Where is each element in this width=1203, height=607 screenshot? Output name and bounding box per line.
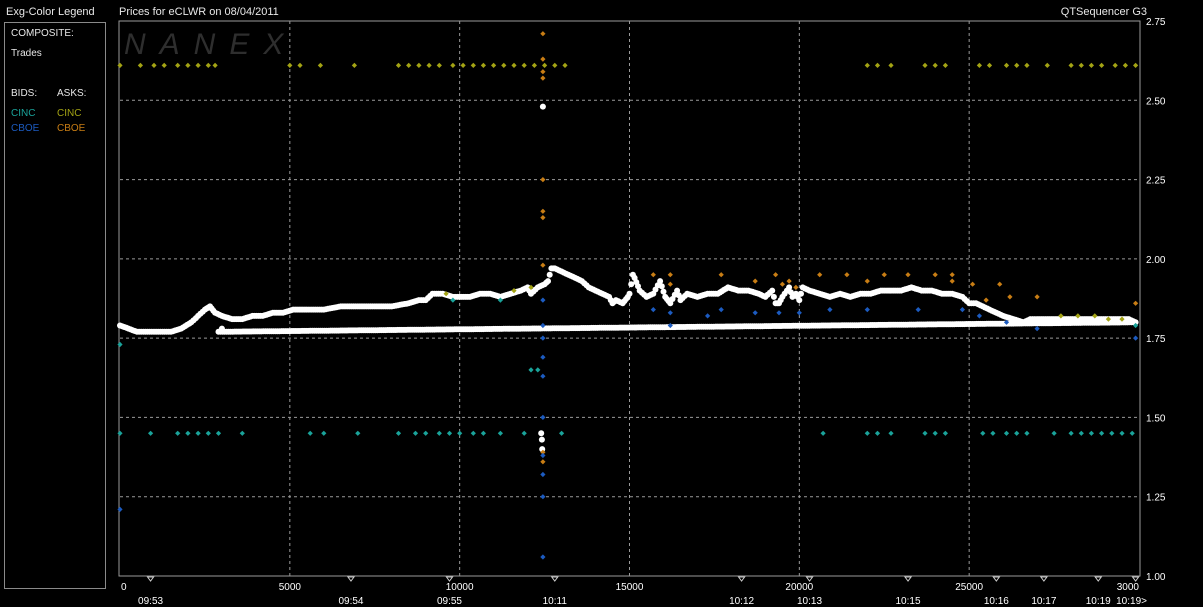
time-label: 10:15 [896, 596, 921, 607]
time-marker [1039, 576, 1048, 582]
y-tick-label: 1.00 [1146, 572, 1166, 583]
x-tick-label: 15000 [616, 582, 644, 593]
y-tick-label: 1.50 [1146, 413, 1166, 424]
time-label: 09:53 [138, 596, 163, 607]
trade-point [660, 288, 667, 295]
time-marker [904, 576, 913, 582]
time-label: 09:55 [437, 596, 462, 607]
trade-point [546, 271, 553, 278]
trade-point [770, 293, 777, 300]
time-label: 10:12 [729, 596, 754, 607]
x-tick-label: 25000 [955, 582, 983, 593]
trade-point [626, 290, 633, 297]
time-marker [737, 576, 746, 582]
trade-point [539, 103, 546, 110]
time-marker [550, 576, 559, 582]
x-tick-label: 0 [121, 582, 127, 593]
y-tick-label: 2.25 [1146, 176, 1166, 187]
trade-point [538, 430, 545, 437]
time-marker [445, 576, 454, 582]
trade-point [545, 278, 551, 285]
trade-point [218, 325, 225, 332]
time-label: 10:11 [543, 596, 568, 607]
time-label: 10:19> [1116, 596, 1147, 607]
y-tick-label: 1.25 [1146, 493, 1166, 504]
trade-point [796, 297, 803, 304]
watermark: NANEX [124, 28, 297, 61]
time-label: 09:54 [338, 596, 363, 607]
trade-point [657, 278, 664, 285]
y-tick-label: 2.50 [1146, 96, 1166, 107]
time-label: 10:17 [1031, 596, 1056, 607]
time-marker [805, 576, 814, 582]
x-tick-label: 20000 [785, 582, 813, 593]
trade-point [658, 283, 665, 290]
time-marker [1094, 576, 1103, 582]
y-tick-label: 2.00 [1146, 255, 1166, 266]
time-marker [146, 576, 155, 582]
price-chart[interactable]: NANEX 1.00 1.25 1.50 1.75 2.00 2.25 2.50 2.75 0 5… [0, 0, 1203, 607]
time-marker [346, 576, 355, 582]
y-tick-label: 2.75 [1146, 17, 1166, 28]
time-label: 10:16 [984, 596, 1009, 607]
x-tick-label: 3000 [1117, 582, 1140, 593]
time-label: 10:13 [797, 596, 822, 607]
y-tick-label: 1.75 [1146, 334, 1166, 345]
x-tick-label: 5000 [279, 582, 302, 593]
time-label: 10:19 [1086, 596, 1111, 607]
time-marker [992, 576, 1001, 582]
trade-point [538, 436, 545, 443]
time-marker [1131, 576, 1140, 582]
x-tick-label: 10000 [446, 582, 474, 593]
trade-point [769, 287, 776, 294]
trade-point [798, 290, 804, 297]
